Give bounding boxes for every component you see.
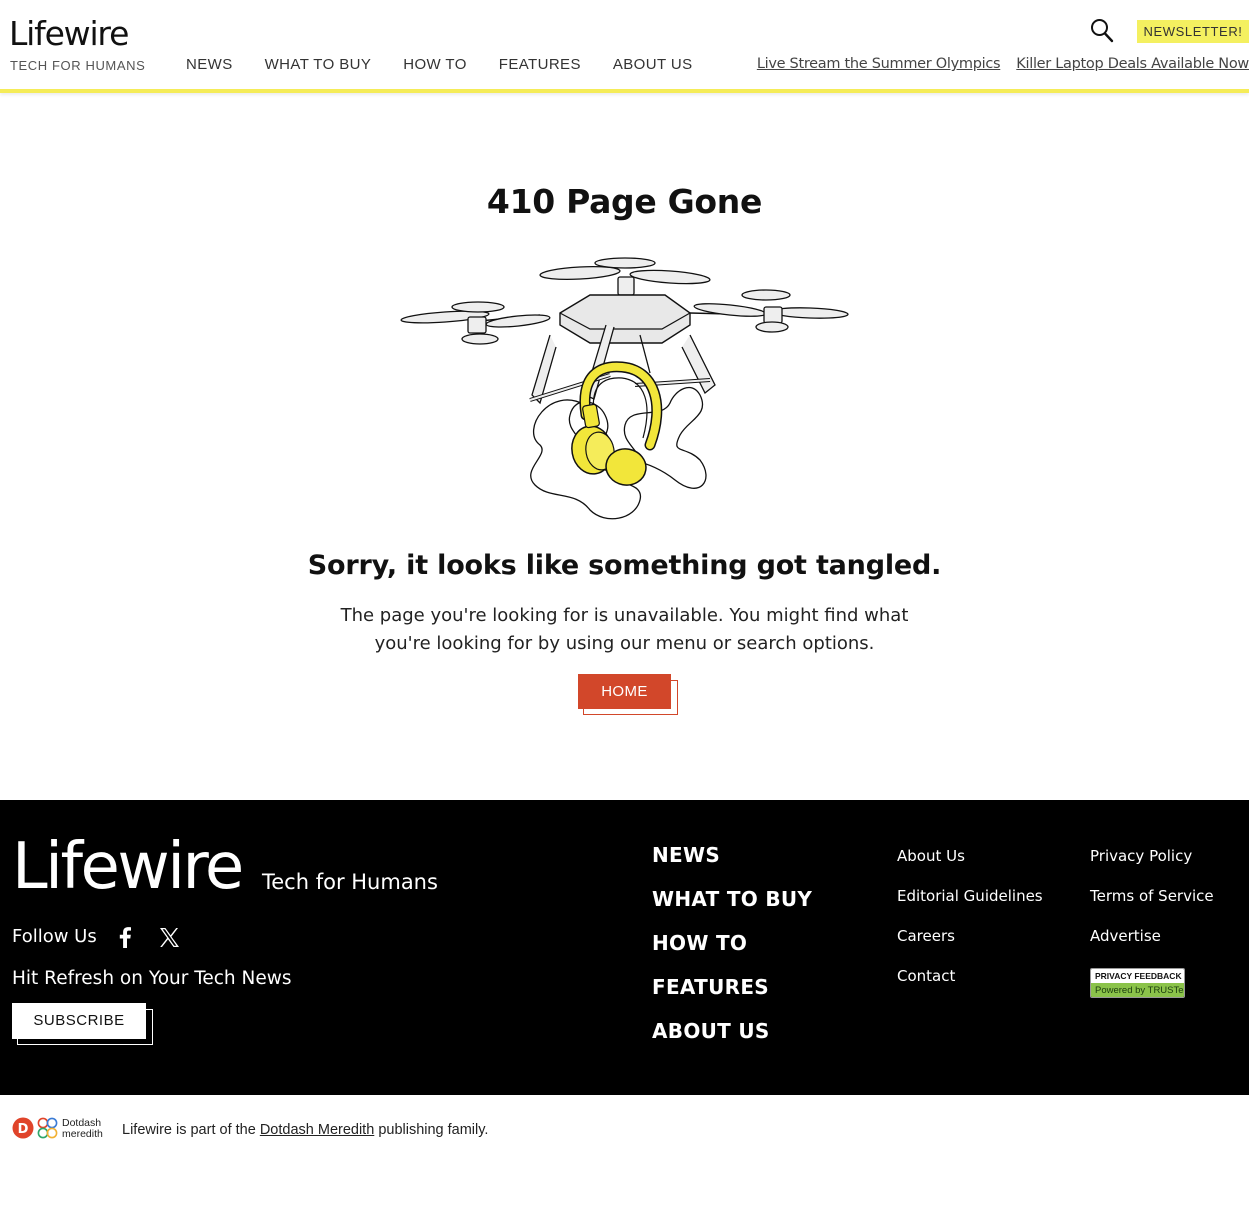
footer-links-col2: Privacy Policy Terms of Service Advertis… <box>1090 847 1214 967</box>
x-icon[interactable] <box>159 927 180 948</box>
footer-nav-features[interactable]: FEATURES <box>652 975 812 1019</box>
footer-nav-about-us[interactable]: ABOUT US <box>652 1019 812 1063</box>
footer-link-contact[interactable]: Contact <box>897 967 1043 1007</box>
footer-tagline: Tech for Humans <box>262 870 438 894</box>
nav-how-to[interactable]: HOW TO <box>403 56 467 73</box>
nav-news[interactable]: NEWS <box>186 56 233 73</box>
dotdash-meredith-link[interactable]: Dotdash Meredith <box>260 1122 374 1138</box>
error-message: The page you're looking for is unavailab… <box>340 605 909 654</box>
truste-badge-bottom: Powered by TRUSTe <box>1091 983 1184 997</box>
footer-links-col1: About Us Editorial Guidelines Careers Co… <box>897 847 1043 1007</box>
home-button[interactable]: HOME <box>578 674 671 709</box>
footer-nav: NEWS WHAT TO BUY HOW TO FEATURES ABOUT U… <box>652 843 812 1063</box>
footer-nav-what-to-buy[interactable]: WHAT TO BUY <box>652 887 812 931</box>
footer-link-careers[interactable]: Careers <box>897 927 1043 967</box>
subscribe-button-wrapper: SUBSCRIBE <box>12 1003 154 1045</box>
home-button-wrapper: HOME <box>578 674 678 715</box>
subscribe-button[interactable]: SUBSCRIBE <box>12 1003 146 1039</box>
footer-link-about-us[interactable]: About Us <box>897 847 1043 887</box>
nav-about-us[interactable]: ABOUT US <box>613 56 693 73</box>
publisher-statement: Lifewire is part of the Dotdash Meredith… <box>122 1122 488 1138</box>
trending-links: Live Stream the Summer Olympics Killer L… <box>757 56 1249 72</box>
drone-headphones-illustration <box>400 257 849 520</box>
main-nav: NEWS WHAT TO BUY HOW TO FEATURES ABOUT U… <box>186 56 692 73</box>
site-tagline: TECH FOR HUMANS <box>10 58 146 73</box>
newsletter-promo-text: Hit Refresh on Your Tech News <box>12 968 292 989</box>
nav-features[interactable]: FEATURES <box>499 56 581 73</box>
site-footer: Lifewire Tech for Humans Follow Us Hit R… <box>0 800 1249 1095</box>
site-logo[interactable]: Lifewire <box>9 14 129 53</box>
footer-link-privacy-policy[interactable]: Privacy Policy <box>1090 847 1214 887</box>
follow-us-label: Follow Us <box>12 926 97 947</box>
error-headline: Sorry, it looks like something got tangl… <box>307 550 942 581</box>
newsletter-button[interactable]: NEWSLETTER! <box>1137 20 1249 43</box>
dd-logo-line2: meredith <box>62 1128 103 1140</box>
facebook-icon[interactable] <box>118 926 132 948</box>
footer-link-terms-of-service[interactable]: Terms of Service <box>1090 887 1214 927</box>
trending-link-olympics[interactable]: Live Stream the Summer Olympics <box>757 56 1001 72</box>
footer-nav-news[interactable]: NEWS <box>652 843 812 887</box>
dotdash-meredith-logo[interactable]: D Dotdash meredith <box>12 1115 112 1141</box>
truste-badge-top: PRIVACY FEEDBACK <box>1091 969 1184 983</box>
footer-link-editorial-guidelines[interactable]: Editorial Guidelines <box>897 887 1043 927</box>
page-title: 410 Page Gone <box>486 182 763 221</box>
nav-what-to-buy[interactable]: WHAT TO BUY <box>265 56 372 73</box>
truste-privacy-badge[interactable]: PRIVACY FEEDBACK Powered by TRUSTe <box>1090 968 1185 998</box>
svg-text:D: D <box>18 1122 29 1137</box>
site-header: Lifewire TECH FOR HUMANS NEWS WHAT TO BU… <box>0 0 1249 93</box>
footer-link-advertise[interactable]: Advertise <box>1090 927 1214 967</box>
search-icon[interactable] <box>1090 18 1114 44</box>
footer-logo[interactable]: Lifewire <box>12 830 244 904</box>
footer-nav-how-to[interactable]: HOW TO <box>652 931 812 975</box>
publisher-text-after: publishing family. <box>378 1122 489 1138</box>
trending-link-laptop-deals[interactable]: Killer Laptop Deals Available Now <box>1016 56 1249 72</box>
publisher-text-before: Lifewire is part of the <box>122 1122 256 1138</box>
